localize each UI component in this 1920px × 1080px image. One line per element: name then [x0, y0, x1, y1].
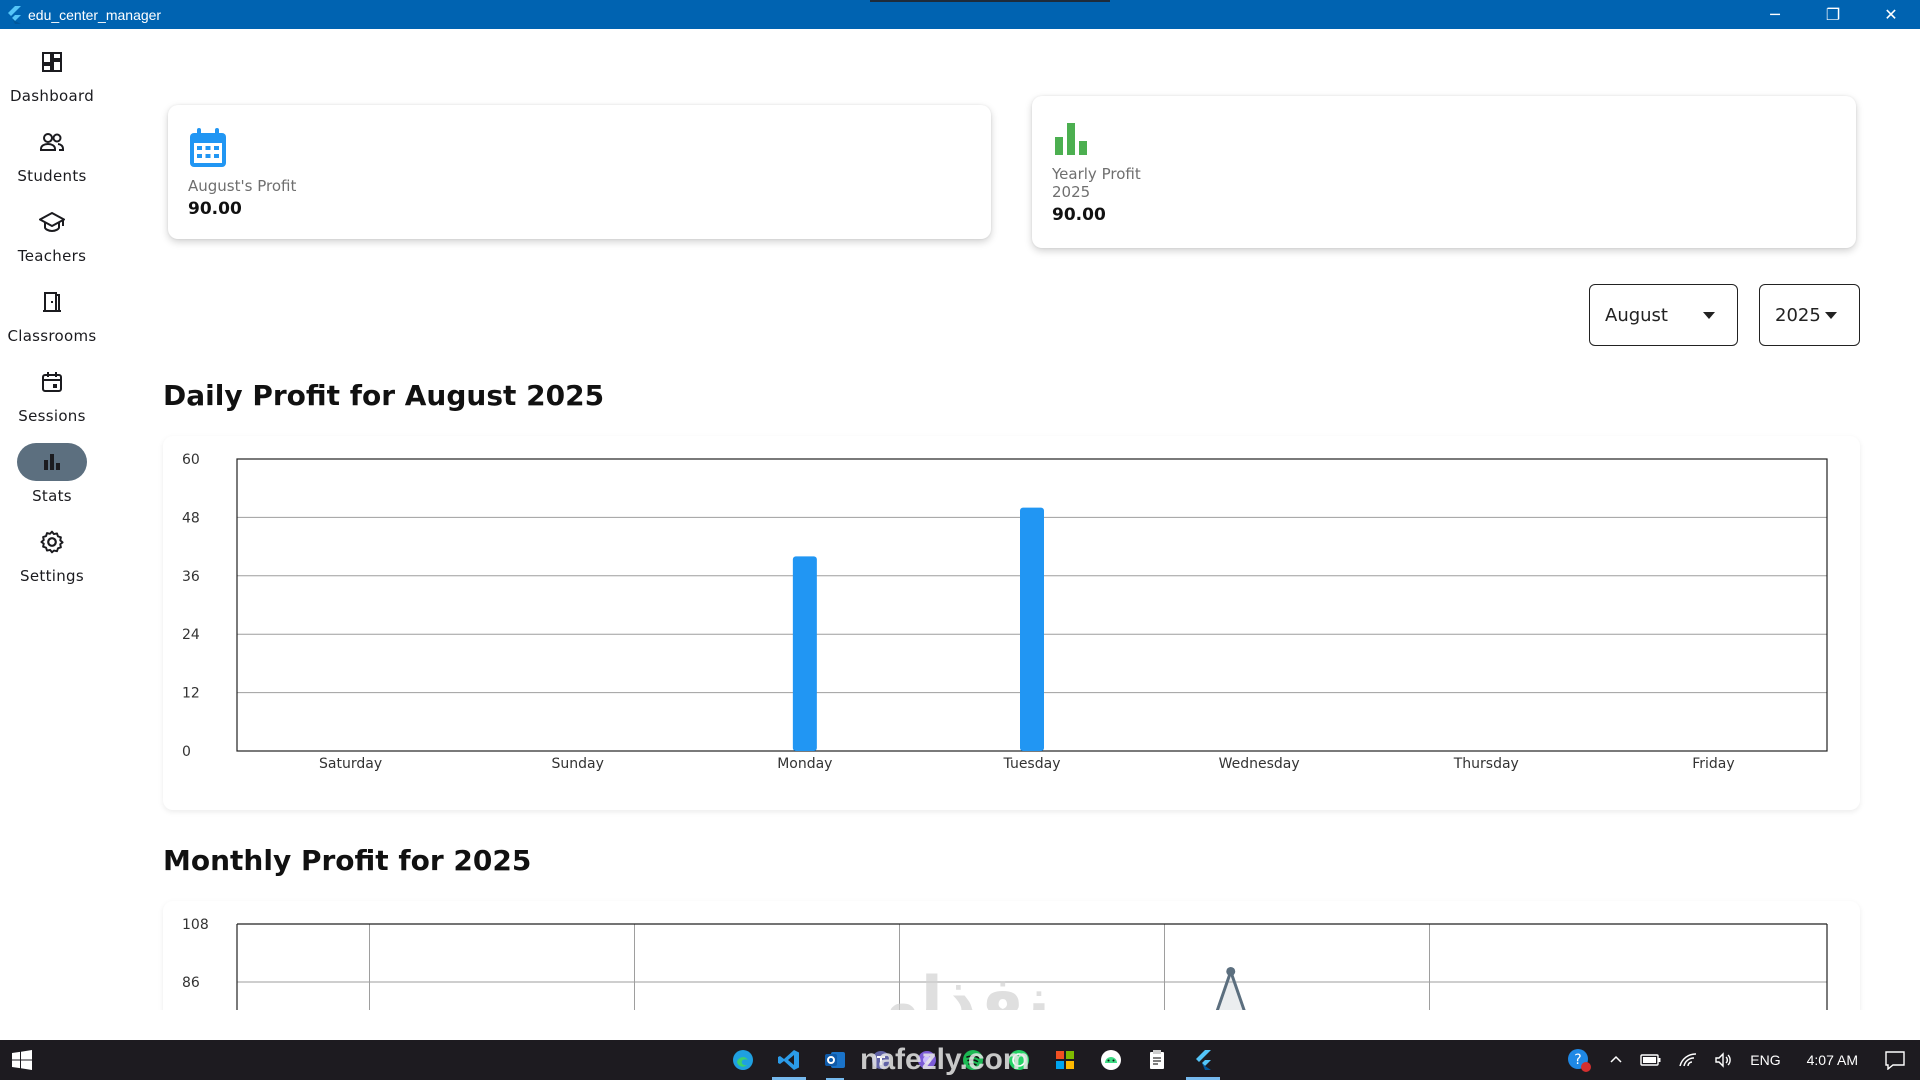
chevron-down-icon [1703, 312, 1715, 319]
monthly-profit-value: 90.00 [188, 199, 242, 219]
bar-tuesday [1020, 507, 1044, 751]
y-tick-label: 0 [182, 744, 191, 760]
title-bar: edu_center_manager ─ ❐ ✕ [0, 0, 1920, 29]
year-select-value: 2025 [1775, 304, 1821, 326]
month-select-value: August [1605, 304, 1668, 326]
help-icon[interactable]: ? [1566, 1047, 1592, 1073]
monthly-profit-label: August's Profit [188, 177, 297, 195]
navigation-rail: Dashboard Students Teachers Classrooms S… [0, 29, 104, 1039]
year-select[interactable]: 2025 [1759, 284, 1860, 346]
y-tick-label: 48 [182, 510, 200, 526]
system-tray: ? ENG 4:07 AM [1558, 1040, 1920, 1080]
window-controls: ─ ❐ ✕ [1746, 0, 1920, 29]
nav-item-classrooms[interactable]: Classrooms [0, 283, 104, 363]
nav-label-students: Students [17, 167, 87, 185]
watermark-arabic: نفذلي [854, 964, 1050, 1010]
windows-taskbar: nafezly.com ? ENG 4:07 AM [0, 1040, 1920, 1080]
x-tick-label: Sunday [552, 756, 604, 772]
yearly-profit-label: Yearly Profit [1052, 165, 1141, 183]
edge-icon[interactable] [720, 1040, 766, 1080]
nav-item-settings[interactable]: Settings [0, 523, 104, 603]
yearly-profit-value: 90.00 [1052, 205, 1106, 225]
x-tick-label: Friday [1692, 756, 1734, 772]
x-tick-label: Monday [777, 756, 832, 772]
nav-label-classrooms: Classrooms [7, 327, 97, 345]
y-tick-label: 108 [182, 917, 209, 933]
nav-item-sessions[interactable]: Sessions [0, 363, 104, 443]
nav-label-settings: Settings [20, 567, 84, 585]
y-tick-label: 12 [182, 686, 200, 702]
battery-icon[interactable] [1640, 1053, 1662, 1067]
restore-button[interactable]: ❐ [1804, 0, 1862, 29]
y-tick-label: 86 [182, 975, 200, 991]
flutter-app-icon [8, 5, 21, 24]
series-area [1217, 971, 1245, 1010]
volume-icon[interactable] [1714, 1052, 1734, 1068]
month-select[interactable]: August [1589, 284, 1738, 346]
bar-monday [792, 556, 817, 751]
y-tick-label: 36 [182, 569, 200, 585]
school-icon [17, 203, 87, 241]
people-icon [17, 123, 87, 161]
windows-start-button[interactable] [0, 1040, 44, 1080]
language-indicator[interactable]: ENG [1750, 1052, 1780, 1068]
svg-text:?: ? [1575, 1052, 1582, 1068]
calendar-icon [17, 363, 87, 401]
daily-chart-svg: 0 12 24 36 48 60 Saturday Sunday Monday Tuesday We… [182, 452, 1828, 772]
nav-item-students[interactable]: Students [0, 123, 104, 203]
y-tick-label: 60 [182, 452, 200, 468]
windows-store-icon[interactable] [1042, 1040, 1088, 1080]
outlook-icon[interactable] [812, 1040, 858, 1080]
yearly-profit-year: 2025 [1052, 183, 1091, 201]
x-tick-label: Thursday [1453, 756, 1519, 772]
nav-item-dashboard[interactable]: Dashboard [0, 43, 104, 123]
close-button[interactable]: ✕ [1862, 0, 1920, 29]
stats-page: August's Profit 90.00 Yearly Profit 2025… [104, 29, 1920, 1010]
wifi-icon[interactable] [1678, 1052, 1698, 1068]
snap-bar [870, 0, 1110, 2]
vscode-icon[interactable] [766, 1040, 812, 1080]
clock[interactable]: 4:07 AM [1807, 1052, 1858, 1068]
nav-item-stats[interactable]: Stats [0, 443, 104, 523]
windows-logo-icon [12, 1050, 32, 1070]
daily-chart-title: Daily Profit for August 2025 [163, 379, 605, 412]
nav-label-stats: Stats [32, 487, 72, 505]
monthly-profit-card: August's Profit 90.00 [168, 105, 991, 239]
yearly-profit-card: Yearly Profit 2025 90.00 [1032, 96, 1856, 248]
daily-profit-chart: 0 12 24 36 48 60 Saturday Sunday Monday Tuesday We… [163, 436, 1860, 810]
window-title: edu_center_manager [28, 6, 162, 23]
bar-chart-icon [1053, 121, 1089, 161]
x-tick-label: Wednesday [1219, 756, 1300, 772]
chevron-up-icon[interactable] [1608, 1052, 1624, 1068]
nav-item-teachers[interactable]: Teachers [0, 203, 104, 283]
door-icon [17, 283, 87, 321]
x-tick-label: Saturday [319, 756, 382, 772]
watermark-latin: nafezly.com [860, 1043, 1030, 1076]
minimize-button[interactable]: ─ [1746, 0, 1804, 29]
android-studio-icon[interactable] [1088, 1040, 1134, 1080]
flutter-icon[interactable] [1180, 1040, 1226, 1080]
bar-chart-icon [17, 443, 87, 481]
notifications-icon[interactable] [1884, 1050, 1906, 1070]
notepad-icon[interactable] [1134, 1040, 1180, 1080]
nav-label-dashboard: Dashboard [9, 87, 95, 105]
monthly-chart-title: Monthly Profit for 2025 [163, 844, 532, 877]
data-point [1226, 966, 1236, 976]
nav-label-sessions: Sessions [18, 407, 86, 425]
y-tick-label: 24 [182, 627, 200, 643]
calendar-icon [188, 127, 228, 173]
nav-label-teachers: Teachers [17, 247, 87, 265]
chevron-down-icon [1825, 312, 1837, 319]
dashboard-icon [17, 43, 87, 81]
gear-icon [17, 523, 87, 561]
x-tick-label: Tuesday [1003, 756, 1061, 772]
